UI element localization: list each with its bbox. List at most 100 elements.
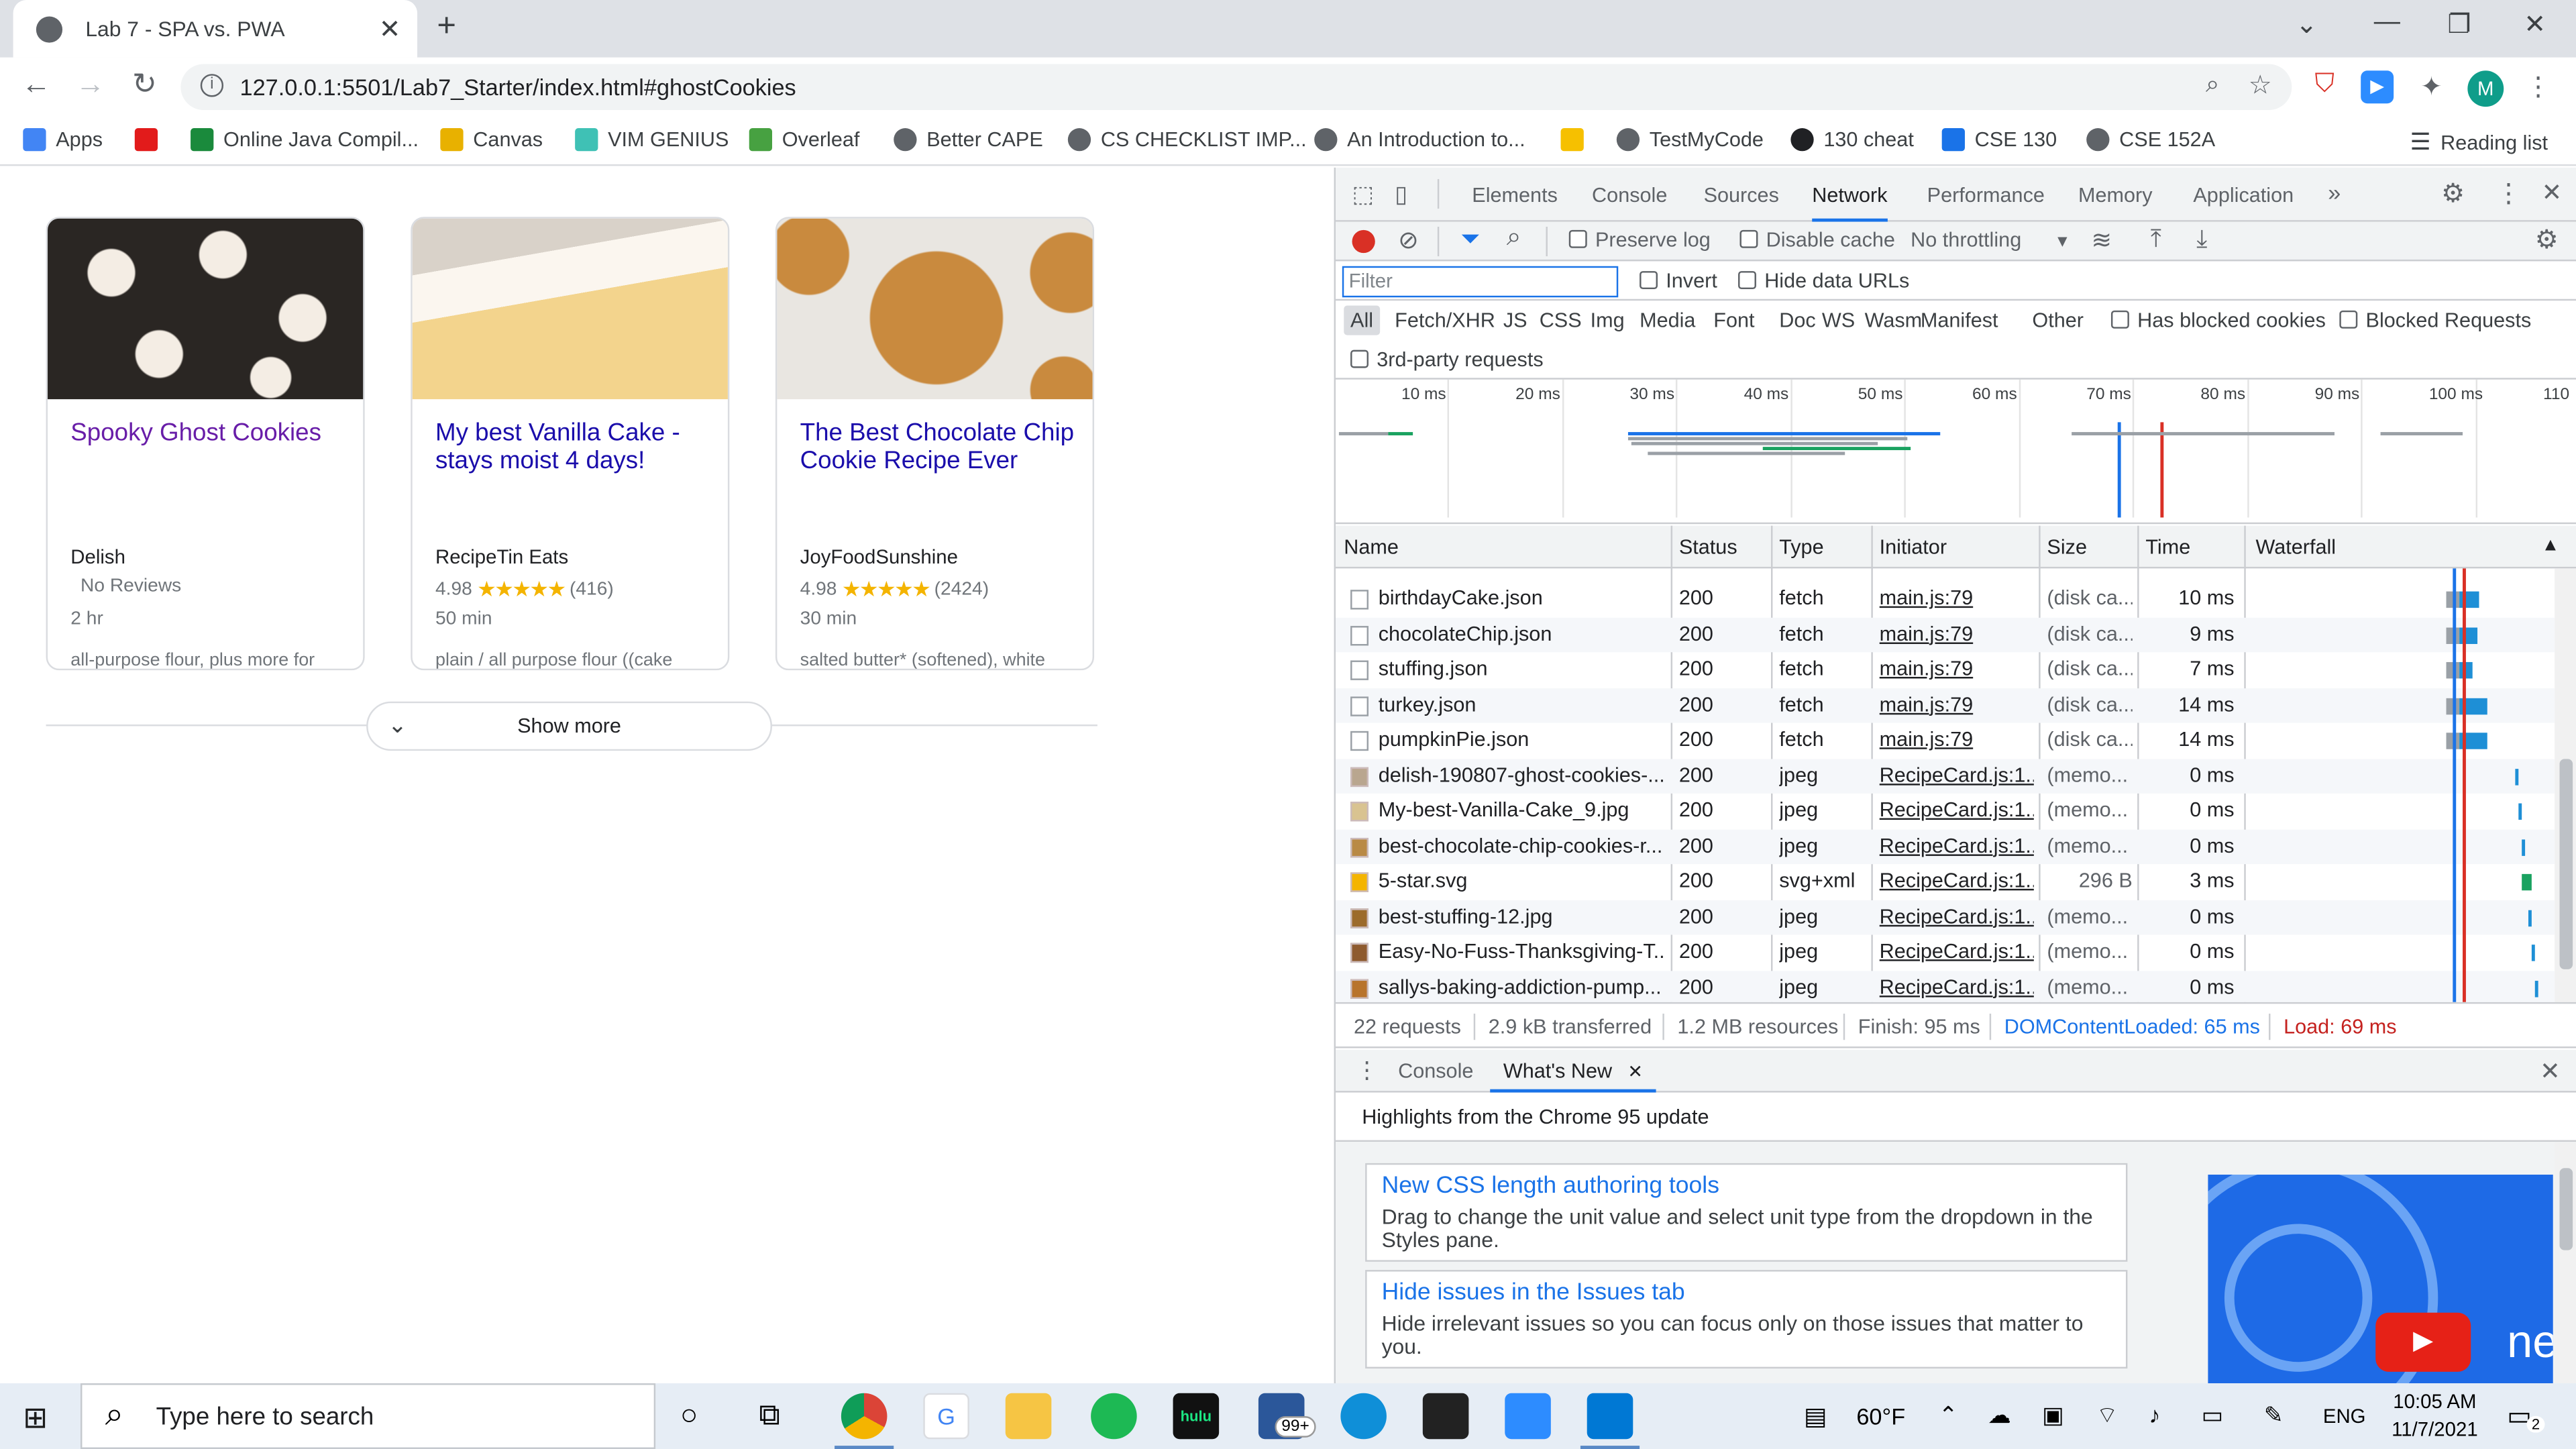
close-drawer-icon[interactable]: ✕ xyxy=(2540,1057,2561,1086)
request-initiator[interactable]: main.js:79 xyxy=(1880,692,2034,715)
col-waterfall[interactable]: Waterfall xyxy=(2255,535,2336,558)
recipe-image[interactable] xyxy=(48,218,364,400)
type-filter-wasm[interactable]: Wasm xyxy=(1865,309,1923,331)
filter-input[interactable]: Filter xyxy=(1342,266,1619,298)
devtools-tab-application[interactable]: Application xyxy=(2193,184,2294,207)
clock[interactable]: 10:05 AM 11/7/2021 xyxy=(2385,1390,2484,1441)
type-filter-img[interactable]: Img xyxy=(1591,309,1625,331)
google-app-taskbar-icon[interactable]: G xyxy=(923,1393,969,1440)
request-name[interactable]: best-stuffing-12.jpg xyxy=(1379,904,1666,927)
drawer-tab-console[interactable]: Console xyxy=(1398,1060,1473,1083)
request-initiator[interactable]: main.js:79 xyxy=(1880,622,2034,645)
throttling-select[interactable]: No throttling ▼ xyxy=(1911,228,2070,251)
browser-menu-icon[interactable]: ⋮ xyxy=(2522,70,2555,103)
request-name[interactable]: birthdayCake.json xyxy=(1379,586,1666,609)
profile-avatar[interactable]: M xyxy=(2467,70,2504,107)
device-toolbar-icon[interactable]: ▯ xyxy=(1395,180,1407,209)
request-name[interactable]: 5-star.svg xyxy=(1379,869,1666,892)
table-row[interactable]: pumpkinPie.json 200 fetch main.js:79 (disk c… xyxy=(1336,723,2555,759)
site-info-icon[interactable]: i xyxy=(200,74,224,97)
request-initiator[interactable]: RecipeCard.js:1... xyxy=(1880,763,2034,786)
network-settings-gear-icon[interactable]: ⚙ xyxy=(2535,223,2559,256)
weather-temp[interactable]: 60°F xyxy=(1856,1403,1905,1429)
task-view-icon[interactable]: ⧉ xyxy=(759,1398,780,1432)
network-conditions-icon[interactable]: ≋ xyxy=(2092,225,2112,255)
bookmark-item[interactable] xyxy=(1560,128,1584,152)
drawer-menu-icon[interactable]: ⋮ xyxy=(1355,1057,1378,1085)
request-name[interactable]: best-chocolate-chip-cookies-r... xyxy=(1379,834,1666,857)
tab-search-icon[interactable]: ⌄ xyxy=(2290,8,2323,41)
type-filter-font[interactable]: Font xyxy=(1713,309,1754,331)
col-status[interactable]: Status xyxy=(1679,535,1737,558)
zoom-icon[interactable]: ⌕ xyxy=(2206,70,2220,99)
bookmark-item[interactable]: Canvas xyxy=(440,128,543,152)
bookmark-item[interactable]: CSE 130 xyxy=(1941,128,2057,152)
address-bar[interactable]: i 127.0.0.1:5501/Lab7_Starter/index.html… xyxy=(180,64,2292,111)
request-initiator[interactable]: main.js:79 xyxy=(1880,586,2034,609)
request-name[interactable]: delish-190807-ghost-cookies-... xyxy=(1379,763,1666,786)
more-tabs-icon[interactable]: » xyxy=(2328,179,2341,205)
request-initiator[interactable]: RecipeCard.js:1... xyxy=(1880,798,2034,821)
scrollbar-thumb[interactable] xyxy=(2559,759,2573,969)
type-filter-all[interactable]: All xyxy=(1344,305,1380,335)
type-filter-ws[interactable]: WS xyxy=(1822,309,1855,331)
close-window-icon[interactable]: ✕ xyxy=(2518,8,2551,41)
windows-start-icon[interactable]: ⊞ xyxy=(23,1401,48,1436)
table-row[interactable]: delish-190807-ghost-cookies-... 200 jpeg Re… xyxy=(1336,758,2555,794)
bookmark-item[interactable]: Online Java Compil... xyxy=(191,128,419,152)
show-more-button[interactable]: ⌄ Show more xyxy=(366,701,773,751)
type-filter-fetchxhr[interactable]: Fetch/XHR xyxy=(1395,309,1495,331)
vscode-taskbar-icon[interactable] xyxy=(1587,1393,1633,1440)
recipe-card[interactable]: Spooky Ghost Cookies Delish No Reviews 2 hr… xyxy=(46,217,365,671)
whats-new-scrollbar[interactable] xyxy=(2555,1142,2576,1384)
table-row[interactable]: 5-star.svg 200 svg+xml RecipeCard.js:1... 29… xyxy=(1336,864,2555,900)
request-initiator[interactable]: RecipeCard.js:1... xyxy=(1880,834,2034,857)
drawer-tab-whats-new[interactable]: What's New ✕ xyxy=(1490,1050,1656,1093)
volume-icon[interactable]: ♪ xyxy=(2149,1401,2160,1428)
chrome-taskbar-icon[interactable] xyxy=(841,1393,888,1440)
extension-shield-icon[interactable]: ⛉ xyxy=(2308,70,2341,103)
close-whats-new-icon[interactable]: ✕ xyxy=(1627,1063,1643,1082)
bookmark-item[interactable]: An Introduction to... xyxy=(1314,128,1525,152)
youtube-play-icon[interactable]: ▶ xyxy=(2375,1312,2471,1372)
zoom-extension-icon[interactable]: ▶ xyxy=(2361,70,2394,104)
minimize-icon[interactable]: — xyxy=(2371,8,2404,38)
browser-tab[interactable]: Lab 7 - SPA vs. PWA ✕ xyxy=(13,0,418,58)
blocked-requests-checkbox[interactable]: Blocked Requests xyxy=(2339,309,2531,332)
request-initiator[interactable]: main.js:79 xyxy=(1880,728,2034,751)
bookmark-item[interactable]: CS CHECKLIST IMP... xyxy=(1067,128,1307,152)
col-size[interactable]: Size xyxy=(2047,535,2087,558)
whats-new-card[interactable]: New CSS length authoring tools Drag to c… xyxy=(1365,1163,2128,1262)
request-initiator[interactable]: RecipeCard.js:1... xyxy=(1880,904,2034,927)
devtools-tab-memory[interactable]: Memory xyxy=(2078,184,2153,207)
search-icon[interactable]: ⌕ xyxy=(1507,223,1521,253)
reading-list-button[interactable]: ☰ Reading list xyxy=(2410,128,2548,156)
whats-new-card-title[interactable]: New CSS length authoring tools xyxy=(1382,1173,1719,1199)
recipe-card[interactable]: My best Vanilla Cake - stays moist 4 day… xyxy=(411,217,730,671)
recipe-card[interactable]: The Best Chocolate Chip Cookie Recipe Ev… xyxy=(775,217,1095,671)
bookmark-item[interactable]: Apps xyxy=(23,128,103,152)
type-filter-media[interactable]: Media xyxy=(1640,309,1695,331)
has-blocked-cookies-checkbox[interactable]: Has blocked cookies xyxy=(2110,309,2326,332)
type-filter-manifest[interactable]: Manifest xyxy=(1921,309,1998,331)
table-row[interactable]: Easy-No-Fuss-Thanksgiving-T... 200 jpeg Rec… xyxy=(1336,934,2555,970)
close-tab-icon[interactable]: ✕ xyxy=(379,13,401,46)
onedrive-icon[interactable]: ☁ xyxy=(1988,1401,2010,1430)
network-overview-timeline[interactable]: 10 ms 20 ms 30 ms 40 ms 50 ms 60 ms 70 ms 80 ms… xyxy=(1336,379,2576,525)
extensions-puzzle-icon[interactable]: ✦ xyxy=(2415,70,2448,103)
bookmark-item[interactable] xyxy=(134,128,158,152)
recipe-title[interactable]: The Best Chocolate Chip Cookie Recipe Ev… xyxy=(800,419,1079,474)
wifi-icon[interactable]: ⌔ xyxy=(2096,1401,2118,1431)
bookmark-item[interactable]: CSE 152A xyxy=(2086,128,2215,152)
table-row[interactable]: best-stuffing-12.jpg 200 jpeg RecipeCard.js… xyxy=(1336,899,2555,935)
news-weather-icon[interactable]: ▤ xyxy=(1804,1401,1827,1431)
store-taskbar-icon[interactable] xyxy=(1422,1393,1469,1440)
request-initiator[interactable]: RecipeCard.js:1... xyxy=(1880,975,2034,998)
sort-up-icon[interactable]: ▲ xyxy=(2542,535,2560,555)
whats-new-card-title[interactable]: Hide issues in the Issues tab xyxy=(1382,1280,1685,1306)
taskbar-search-box[interactable]: ⌕ Type here to search xyxy=(80,1383,656,1449)
third-party-checkbox[interactable]: 3rd-party requests xyxy=(1350,348,1544,371)
request-name[interactable]: chocolateChip.json xyxy=(1379,622,1666,645)
inspect-element-icon[interactable]: ⬚ xyxy=(1352,180,1374,209)
request-name[interactable]: Easy-No-Fuss-Thanksgiving-T... xyxy=(1379,940,1666,963)
